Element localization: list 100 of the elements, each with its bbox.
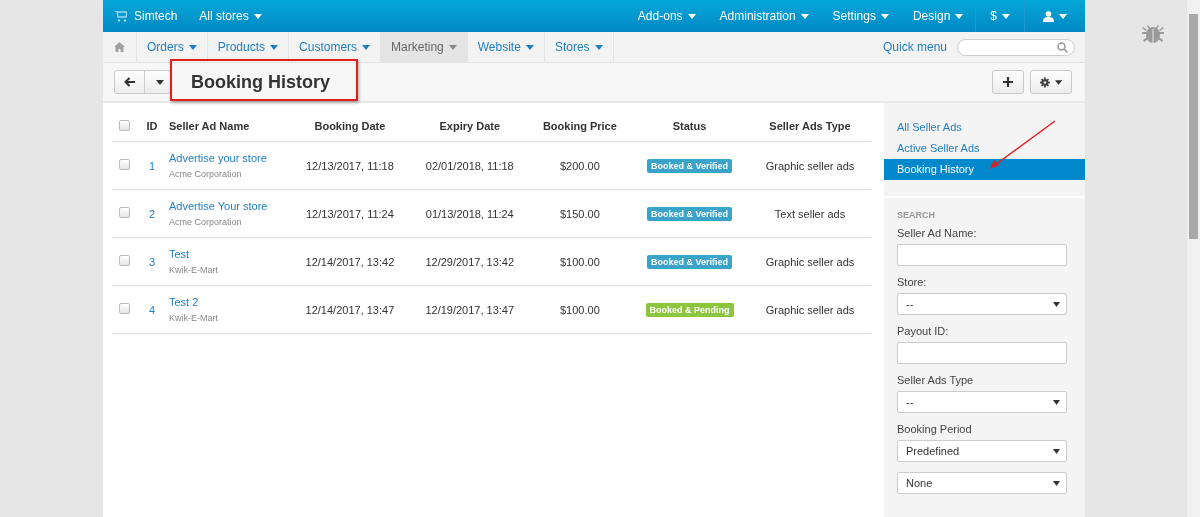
- select-field[interactable]: None: [897, 472, 1067, 494]
- input-field[interactable]: [897, 342, 1067, 364]
- status-tag: Booked & Verified: [647, 206, 733, 221]
- expiry-date: 02/01/2018, 11:18: [425, 159, 514, 172]
- add-button[interactable]: [992, 70, 1024, 94]
- arrow-left-icon: [124, 77, 135, 87]
- plus-icon: [1003, 77, 1013, 87]
- ad-name-link[interactable]: Test: [169, 248, 190, 260]
- expiry-date: 01/13/2018, 11:24: [425, 207, 514, 220]
- nav-tab[interactable]: Products: [207, 32, 290, 62]
- checkbox[interactable]: [118, 119, 130, 131]
- caret-icon: [955, 13, 964, 19]
- price: $100.00: [560, 255, 600, 268]
- select-field[interactable]: Predefined: [897, 440, 1067, 462]
- price: $100.00: [560, 303, 600, 316]
- column-header: Booking Price: [542, 120, 617, 132]
- caret-icon: [594, 44, 603, 50]
- sidebar-link[interactable]: Booking History: [884, 159, 1085, 180]
- sidebar-link[interactable]: Active Seller Ads: [884, 138, 1085, 159]
- caret-icon: [270, 44, 279, 50]
- search-heading: SEARCH: [897, 210, 935, 220]
- ad-name-link[interactable]: Test 2: [169, 296, 199, 308]
- field-label: Seller Ad Name:: [897, 227, 977, 239]
- page-title: Booking History: [191, 71, 330, 93]
- caret-icon: [1059, 13, 1067, 19]
- brand-link[interactable]: Simtech: [103, 0, 189, 32]
- caret-icon: [1053, 480, 1060, 486]
- cart-icon: [115, 10, 127, 22]
- expiry-date: 12/29/2017, 13:42: [425, 255, 515, 268]
- nav-tab[interactable]: Orders: [137, 32, 208, 62]
- nav-tab[interactable]: Website: [467, 32, 545, 62]
- top-menu[interactable]: Add-ons: [625, 0, 708, 32]
- caret-icon: [1053, 301, 1060, 307]
- id-link[interactable]: 2: [148, 207, 156, 220]
- column-header: ID: [146, 120, 158, 132]
- caret-icon: [525, 44, 534, 50]
- caret-icon: [362, 44, 371, 50]
- id-link[interactable]: 1: [148, 159, 156, 172]
- booking-date: 12/14/2017, 13:47: [305, 303, 395, 316]
- input-field[interactable]: [897, 244, 1067, 266]
- search-icon: [1057, 41, 1068, 53]
- company-name: Acme Corporation: [169, 217, 242, 227]
- company-name: Kwik-E-Mart: [169, 265, 218, 275]
- caret-icon: [1053, 399, 1060, 405]
- booking-date: 12/13/2017, 11:24: [305, 207, 394, 220]
- checkbox[interactable]: [118, 207, 130, 218]
- column-header: Seller Ads Type: [769, 120, 851, 132]
- field-label: Payout ID:: [897, 325, 949, 337]
- caret-icon: [188, 44, 197, 50]
- id-link[interactable]: 4: [148, 303, 156, 316]
- nav-tab[interactable]: Marketing: [381, 32, 468, 62]
- status-tag: Booked & Pending: [645, 302, 734, 317]
- column-header: Booking Date: [314, 120, 386, 132]
- scrollbar[interactable]: [1187, 0, 1200, 517]
- caret-icon: [253, 13, 262, 19]
- ad-type: Graphic seller ads: [765, 255, 855, 268]
- nav-tab[interactable]: Stores: [544, 32, 614, 62]
- user-icon: [1043, 10, 1054, 22]
- ad-name-link[interactable]: Advertise your store: [169, 152, 267, 164]
- caret-icon: [880, 13, 889, 19]
- caret-icon: [1053, 448, 1060, 454]
- home-icon: [114, 42, 125, 52]
- back-button-group[interactable]: [114, 70, 171, 94]
- price: $200.00: [560, 159, 600, 172]
- booking-date: 12/13/2017, 11:18: [305, 159, 394, 172]
- booking-date: 12/14/2017, 13:42: [305, 255, 395, 268]
- column-header: Seller Ad Name: [169, 120, 250, 132]
- select-field[interactable]: --: [897, 391, 1067, 413]
- status-tag: Booked & Verified: [647, 158, 733, 173]
- checkbox[interactable]: [118, 255, 130, 266]
- ad-type: Text seller ads: [774, 207, 846, 220]
- checkbox[interactable]: [118, 303, 130, 314]
- caret-icon: [1054, 79, 1062, 85]
- search-field[interactable]: [957, 38, 1075, 56]
- company-name: Acme Corporation: [169, 169, 242, 179]
- quick-menu-link[interactable]: Quick menu: [882, 32, 947, 62]
- column-header: Expiry Date: [439, 120, 501, 132]
- expiry-date: 12/19/2017, 13:47: [425, 303, 515, 316]
- field-label: Booking Period: [897, 423, 972, 435]
- settings-icon: [1040, 76, 1050, 88]
- price: $150.00: [560, 207, 600, 220]
- caret-icon: [156, 79, 164, 85]
- select-field[interactable]: --: [897, 293, 1067, 315]
- caret-icon: [800, 13, 809, 19]
- top-menu[interactable]: Administration: [707, 0, 821, 32]
- settings-button[interactable]: [1030, 70, 1072, 94]
- ad-type: Graphic seller ads: [765, 303, 855, 316]
- store-switcher[interactable]: All stores: [188, 0, 273, 32]
- status-tag: Booked & Verified: [647, 254, 733, 269]
- caret-icon: [1002, 13, 1010, 19]
- top-menu[interactable]: Settings: [820, 0, 901, 32]
- field-label: Store:: [897, 276, 927, 288]
- top-menu[interactable]: Design: [900, 0, 976, 32]
- ad-type: Graphic seller ads: [765, 159, 855, 172]
- caret-icon: [448, 44, 457, 50]
- ad-name-link[interactable]: Advertise Your store: [169, 200, 268, 212]
- id-link[interactable]: 3: [148, 255, 156, 268]
- sidebar-link[interactable]: All Seller Ads: [884, 117, 1085, 138]
- checkbox[interactable]: [118, 159, 130, 170]
- field-label: Seller Ads Type: [897, 374, 974, 386]
